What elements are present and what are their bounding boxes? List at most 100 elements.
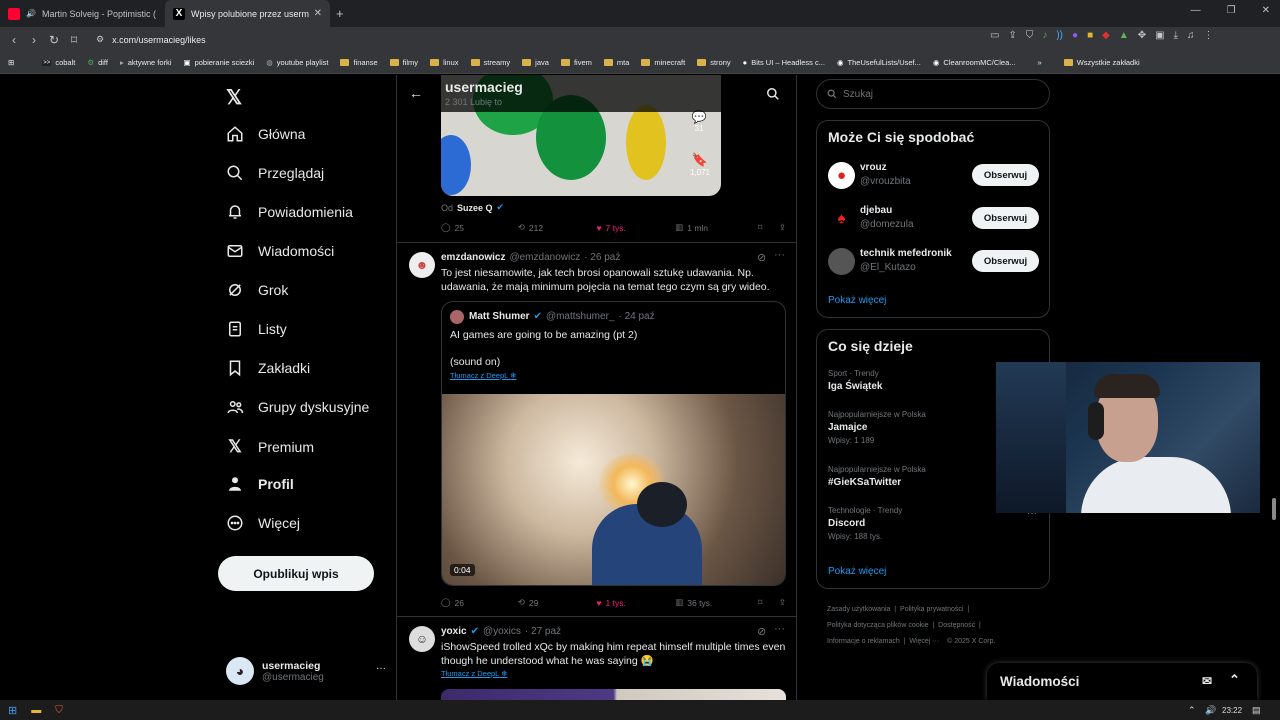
- close-window-button[interactable]: ✕: [1262, 5, 1270, 16]
- like-button[interactable]: ♥ 7 tys.: [596, 222, 675, 233]
- audio-extension-icon[interactable]: )): [1056, 30, 1063, 41]
- bookmark-folder[interactable]: linux: [424, 58, 464, 67]
- new-message-icon[interactable]: ✉: [1202, 674, 1212, 688]
- post-button[interactable]: Opublikuj wpis: [218, 556, 374, 591]
- tweet-media[interactable]: [441, 689, 786, 700]
- file-explorer-icon[interactable]: ▬: [31, 705, 41, 716]
- browser-tab-youtube[interactable]: 🔊 Martin Solveig - Poptimistic ( Poi: [0, 0, 165, 27]
- bookmark-item[interactable]: ◉ TheUsefulLists/Usef...: [831, 58, 927, 67]
- nav-lists[interactable]: Listy: [226, 320, 287, 338]
- nav-communities[interactable]: Grupy dyskusyjne: [226, 398, 369, 416]
- nav-bookmarks[interactable]: Zakładki: [226, 359, 310, 377]
- bookmark-item[interactable]: ◉ CleanroomMC/Clea...: [927, 58, 1022, 67]
- follow-button[interactable]: Obserwuj: [972, 207, 1039, 229]
- restore-button[interactable]: ❐: [1227, 5, 1236, 16]
- avatar[interactable]: ☺: [409, 626, 435, 652]
- page-scrollbar[interactable]: [1272, 498, 1276, 520]
- tweet[interactable]: ☻ emzdanowicz @emzdanowicz · 26 paź ⊘ ··…: [397, 243, 796, 617]
- x-logo-icon[interactable]: 𝕏: [226, 85, 242, 110]
- bookmark-icon[interactable]: ⌑: [64, 33, 84, 47]
- extension-icon[interactable]: ◆: [1102, 30, 1110, 41]
- bookmark-item[interactable]: ● Bits UI – Headless c...: [737, 58, 831, 67]
- show-more-link[interactable]: Pokaż więcej: [828, 295, 886, 306]
- extension-icon[interactable]: ■: [1087, 30, 1093, 41]
- nav-grok[interactable]: Grok: [226, 281, 288, 299]
- bookmark-folder[interactable]: java: [516, 58, 555, 67]
- footer-link[interactable]: Więcej ···: [909, 638, 939, 645]
- back-arrow-icon[interactable]: ←: [409, 85, 423, 101]
- follow-button[interactable]: Obserwuj: [972, 164, 1039, 186]
- notification-icon[interactable]: ▤: [1252, 705, 1261, 716]
- extension-icon[interactable]: ●: [1072, 30, 1078, 41]
- like-button[interactable]: ♥ 1 tys.: [596, 597, 675, 608]
- suggested-user[interactable]: technik mefedronik @El_Kutazo Obserwuj: [817, 244, 1049, 284]
- account-switcher[interactable]: ◕ usermacieg @usermacieg ···: [226, 653, 386, 689]
- bookmark-item[interactable]: ◍ youtube playlist: [260, 58, 334, 67]
- bookmark-folder[interactable]: streamy: [465, 58, 517, 67]
- bookmark-item[interactable]: ▸ aktywne forki: [114, 58, 178, 67]
- bookmark-folder[interactable]: strony: [691, 58, 736, 67]
- menu-icon[interactable]: ⋮: [1203, 30, 1213, 41]
- extension-icon[interactable]: ▲: [1119, 30, 1129, 41]
- media-icon[interactable]: ♫: [1187, 30, 1195, 41]
- tweet[interactable]: ☺ yoxic ✔ @yoxics · 27 paź ⊘ ··· iShowSp…: [397, 617, 796, 700]
- footer-link[interactable]: Dostępność: [938, 622, 975, 629]
- footer-link[interactable]: Informacje o reklamach: [827, 638, 900, 645]
- close-icon[interactable]: ✕: [314, 8, 322, 19]
- reply-button[interactable]: ◯ 25: [441, 222, 518, 233]
- nav-home[interactable]: Główna: [226, 125, 305, 143]
- more-icon[interactable]: ···: [774, 249, 785, 261]
- back-icon[interactable]: ‹: [4, 33, 24, 47]
- footer-link[interactable]: Polityka prywatności: [900, 606, 963, 613]
- bookmark-button[interactable]: ⌑: [758, 597, 779, 608]
- bookmark-folder[interactable]: mta: [598, 58, 636, 67]
- views-button[interactable]: ▥ 36 tys.: [675, 597, 758, 608]
- cast-icon[interactable]: ▭: [990, 30, 999, 41]
- follow-button[interactable]: Obserwuj: [972, 250, 1039, 272]
- shield-icon[interactable]: ⛉: [1026, 30, 1034, 41]
- quoted-tweet[interactable]: Matt Shumer ✔ @mattshumer_ · 24 paź AI g…: [441, 301, 786, 586]
- quoted-video[interactable]: 0:04: [442, 394, 785, 585]
- expand-icon[interactable]: ⌃: [1229, 672, 1240, 688]
- search-input[interactable]: Szukaj: [816, 79, 1050, 109]
- share-button[interactable]: ⇪: [779, 597, 786, 608]
- nav-explore[interactable]: Przeglądaj: [226, 164, 324, 182]
- new-tab-button[interactable]: +: [336, 6, 344, 21]
- trend-item[interactable]: Technologie · Trendy Discord Wpisy: 188 …: [828, 506, 902, 541]
- address-bar[interactable]: ⚙ x.com/usermacieg/likes: [90, 29, 980, 50]
- nav-notifications[interactable]: Powiadomienia: [226, 203, 353, 221]
- bookmarks-overflow-button[interactable]: »: [1032, 58, 1048, 67]
- translate-link[interactable]: Tłumacz z DeepL ❄: [450, 371, 516, 380]
- puzzle-icon[interactable]: ✥: [1138, 30, 1146, 41]
- browser-tab-x[interactable]: X Wpisy polubione przez usermac ✕: [165, 0, 330, 27]
- more-icon[interactable]: ···: [774, 623, 785, 635]
- reply-button[interactable]: ◯ 26: [441, 597, 518, 608]
- messages-drawer[interactable]: Wiadomości ✉ ⌃: [987, 663, 1257, 700]
- nav-profile[interactable]: Profil: [226, 475, 294, 493]
- browser-taskbar-icon[interactable]: ⛉: [55, 705, 63, 716]
- sidebar-icon[interactable]: ▣: [1155, 30, 1164, 41]
- trend-item[interactable]: Najpopularniejsze w Polska #GieKSaTwitte…: [828, 465, 926, 488]
- bookmark-item[interactable]: ⚙ diff: [81, 58, 114, 67]
- bookmark-button[interactable]: ⌑: [758, 222, 779, 233]
- translate-link[interactable]: Tłumacz z DeepL ❄: [441, 669, 507, 678]
- footer-link[interactable]: Zasady użytkowania: [827, 606, 890, 613]
- music-extension-icon[interactable]: ♪: [1042, 30, 1047, 41]
- bookmark-folder[interactable]: finanse: [334, 58, 383, 67]
- site-info-icon[interactable]: ⚙: [96, 34, 104, 45]
- reload-icon[interactable]: ↻: [44, 33, 64, 47]
- volume-icon[interactable]: 🔊: [1205, 705, 1216, 716]
- show-more-link[interactable]: Pokaż więcej: [828, 566, 886, 577]
- repost-button[interactable]: ⟲ 29: [518, 597, 597, 608]
- more-icon[interactable]: ···: [376, 663, 386, 674]
- bookmark-folder[interactable]: filmy: [384, 58, 424, 67]
- grok-icon[interactable]: ⊘: [757, 625, 766, 638]
- share-icon[interactable]: ⇪: [1008, 30, 1016, 41]
- bookmark-item[interactable]: ▣ pobieranie sciezki: [177, 58, 260, 67]
- suggested-user[interactable]: ♠ djebau @domezula Obserwuj: [817, 201, 1049, 241]
- avatar[interactable]: ☻: [409, 252, 435, 278]
- views-button[interactable]: ▥ 1 mln: [675, 222, 758, 233]
- share-button[interactable]: ⇪: [779, 222, 786, 233]
- tray-chevron-icon[interactable]: ⌃: [1188, 705, 1196, 716]
- bookmark-item[interactable]: >> cobalt: [36, 58, 81, 67]
